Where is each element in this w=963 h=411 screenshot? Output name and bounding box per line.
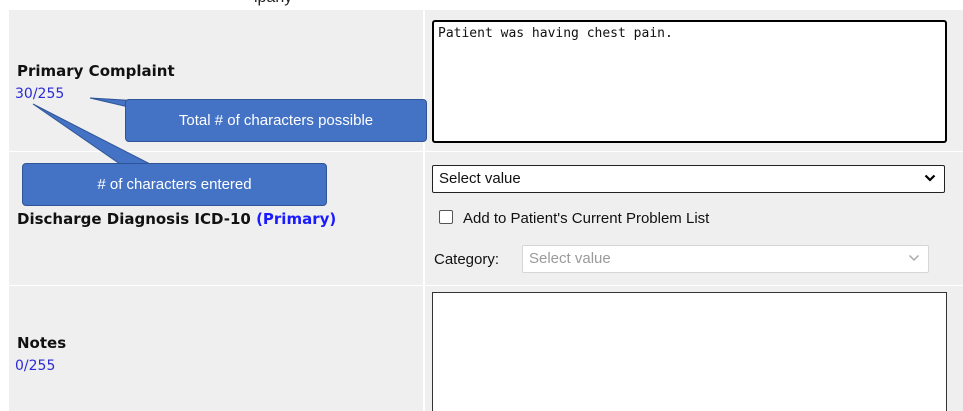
entered-characters-callout: # of characters entered xyxy=(22,163,327,206)
total-characters-callout: Total # of characters possible xyxy=(125,99,427,142)
